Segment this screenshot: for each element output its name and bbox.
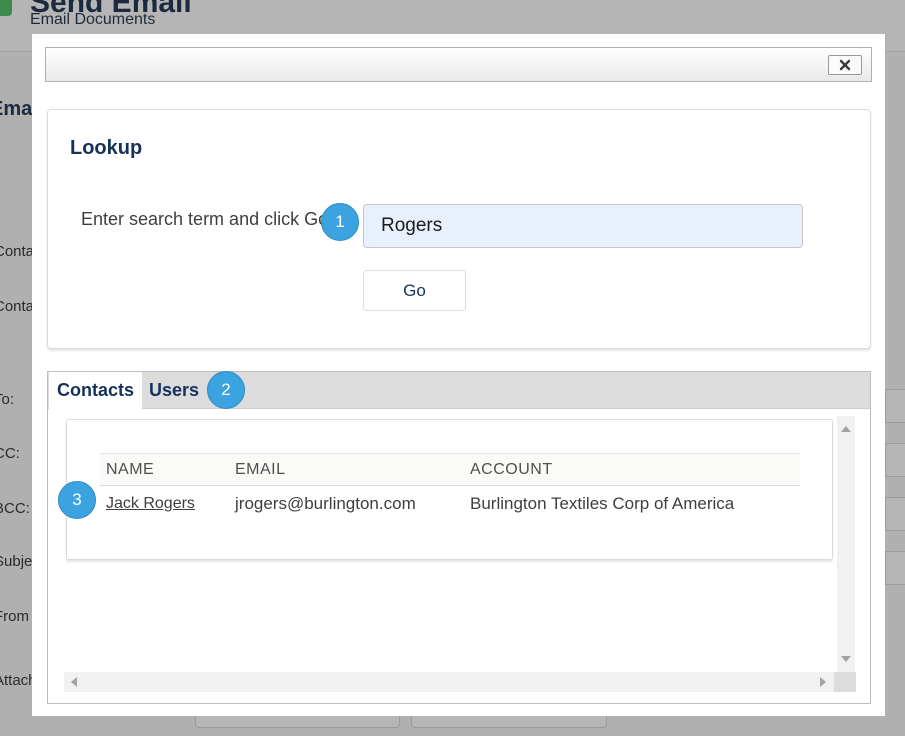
- modal-titlebar: [45, 47, 872, 82]
- cc-field[interactable]: [885, 443, 905, 477]
- step-badge-2: 2: [207, 371, 245, 409]
- scroll-up-icon[interactable]: [841, 426, 851, 432]
- close-icon: [839, 59, 851, 71]
- step-badge-3: 3: [58, 481, 96, 519]
- go-button[interactable]: Go: [363, 270, 466, 311]
- search-label: Enter search term and click Go: [81, 209, 329, 229]
- lookup-modal: Lookup Enter search term and click Go Go…: [32, 34, 885, 716]
- scroll-down-icon[interactable]: [841, 656, 851, 662]
- results-tabbar: Contacts Users: [48, 372, 870, 410]
- horizontal-scrollbar[interactable]: [64, 672, 854, 692]
- field-label-bcc: BCC:: [0, 500, 30, 517]
- lookup-title: Lookup: [70, 137, 143, 159]
- table-header: NAME EMAIL ACCOUNT: [100, 453, 800, 486]
- scrollbar-corner: [834, 672, 856, 692]
- scroll-right-icon[interactable]: [820, 677, 826, 687]
- to-field[interactable]: [885, 389, 905, 423]
- contact-name-link[interactable]: Jack Rogers: [106, 491, 195, 517]
- vertical-scrollbar[interactable]: [837, 416, 855, 672]
- results-table: NAME EMAIL ACCOUNT Jack Rogers jrogers@b…: [66, 419, 833, 560]
- lookup-card: Lookup Enter search term and click Go Go: [47, 109, 871, 349]
- app-icon: [0, 0, 12, 16]
- contact-account: Burlington Textiles Corp of America: [470, 494, 735, 513]
- close-button[interactable]: [828, 55, 862, 75]
- results-panel: Contacts Users NAME EMAIL ACCOUNT Jack R…: [47, 371, 871, 704]
- results-scroll-area: NAME EMAIL ACCOUNT Jack Rogers jrogers@b…: [64, 416, 854, 674]
- bcc-field[interactable]: [885, 497, 905, 531]
- field-label-cc: CC:: [0, 445, 20, 462]
- column-header-email[interactable]: EMAIL: [235, 454, 286, 486]
- page-subtitle: Email Documents: [30, 11, 156, 28]
- tab-users[interactable]: Users: [141, 372, 207, 409]
- contact-email: jrogers@burlington.com: [235, 494, 416, 513]
- column-header-name[interactable]: NAME: [106, 454, 154, 486]
- field-label-to: To:: [0, 391, 15, 408]
- column-header-account[interactable]: ACCOUNT: [470, 454, 553, 486]
- scroll-left-icon[interactable]: [71, 677, 77, 687]
- search-input[interactable]: [363, 204, 803, 248]
- table-row: Jack Rogers jrogers@burlington.com Burli…: [100, 486, 800, 522]
- step-badge-1: 1: [321, 203, 359, 241]
- tab-contacts[interactable]: Contacts: [49, 372, 143, 410]
- subject-field[interactable]: [885, 551, 905, 585]
